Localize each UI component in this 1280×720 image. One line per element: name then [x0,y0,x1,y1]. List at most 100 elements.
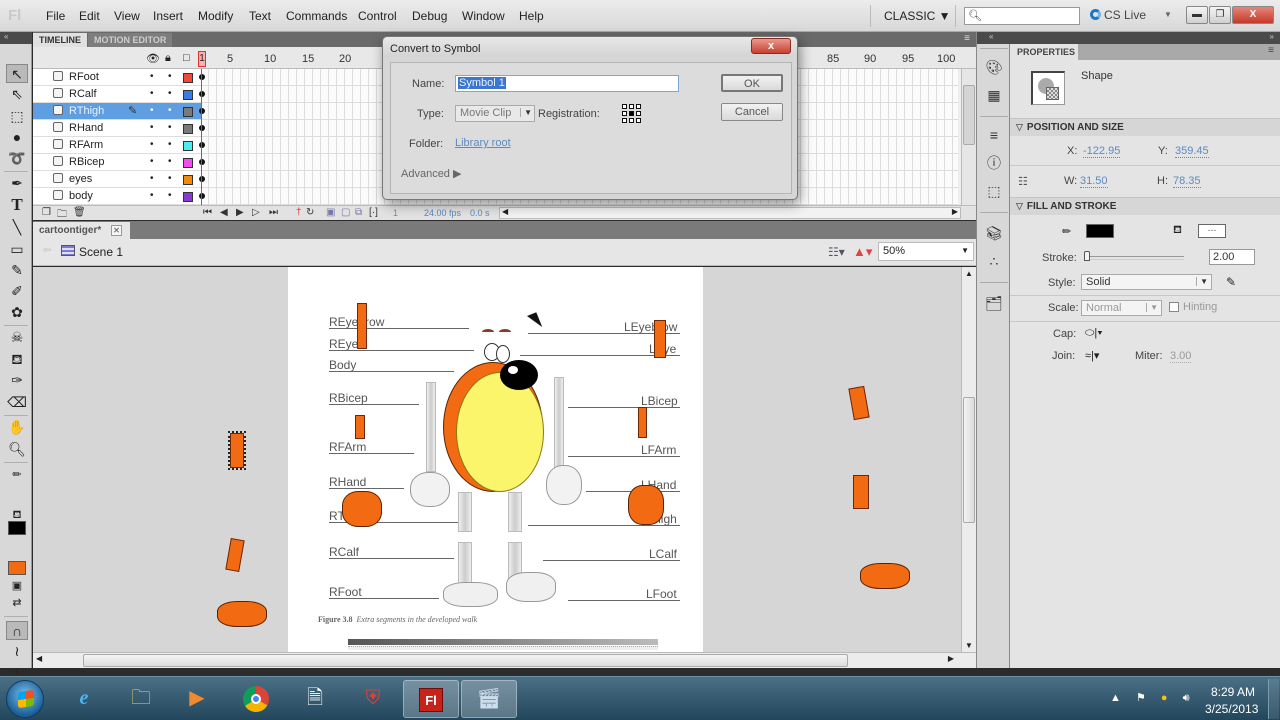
layer-row[interactable]: RFoot • • [33,69,201,86]
outline-icon[interactable]: □ [183,52,190,64]
layer-name[interactable]: RFoot [69,71,99,83]
lock-proportions-icon[interactable]: ☷ [1018,175,1028,188]
slider-thumb[interactable] [1084,251,1090,261]
scale-select[interactable]: Normal ▼ [1081,300,1162,316]
subselection-tool-icon[interactable]: ⇖ [6,85,28,104]
dialog-close-button[interactable]: x [751,38,791,54]
modify-markers-icon[interactable]: [·] [369,207,378,218]
rbicep-piece[interactable] [355,415,365,439]
center-frame-icon[interactable]: † [296,207,302,218]
lcalf-piece[interactable] [853,475,869,509]
text-tool-icon[interactable]: T [6,195,28,214]
outline-color-toggle[interactable] [183,192,193,202]
layer-row[interactable]: RHand • • [33,120,201,137]
layer-name[interactable]: RThigh [69,105,104,117]
keyframe[interactable] [199,193,205,199]
outline-color-toggle[interactable] [183,107,193,117]
visibility-toggle[interactable]: • [150,106,154,116]
info-panel-icon[interactable]: ⓘ [985,154,1003,172]
keyframe[interactable] [199,125,205,131]
keyframe[interactable] [199,142,205,148]
library-panel-icon[interactable]: 📚︎ [985,224,1003,242]
bone-tool-icon[interactable]: ☠ [6,328,28,347]
layer-name[interactable]: RHand [69,122,103,134]
layer-name[interactable]: eyes [69,173,92,185]
menu-debug[interactable]: Debug [412,9,447,23]
snap-to-objects-icon[interactable]: ∩ [6,621,28,640]
symbol-type-select[interactable]: Movie Clip ▼ [455,105,535,122]
stage-vertical-scrollbar[interactable]: ▲ ▼ [961,267,976,652]
layer-row[interactable]: RBicep • • [33,154,201,171]
outline-color-toggle[interactable] [183,141,193,151]
edit-stroke-style-icon[interactable]: ✎ [1226,275,1236,289]
scrollbar-thumb[interactable] [963,85,975,145]
swap-colors-icon[interactable]: ⇄ [6,594,28,613]
lthigh-piece[interactable] [848,385,870,421]
selected-shape-piece[interactable] [228,431,246,470]
free-transform-tool-icon[interactable]: ⬚ [6,107,28,126]
scroll-left-icon[interactable]: ◀ [36,654,42,663]
registration-point-center[interactable] [629,111,634,116]
menu-modify[interactable]: Modify [198,9,233,23]
line-tool-icon[interactable]: ╲ [6,218,28,237]
windows-explorer-icon[interactable]: 🗀︎ [113,680,169,718]
registration-point-right[interactable] [636,111,641,116]
cap-select[interactable]: ⬭|▾ [1085,327,1103,340]
rfoot-piece[interactable] [217,601,267,627]
paint-bucket-tool-icon[interactable]: ⛾ [6,350,28,369]
lhand-piece[interactable] [628,485,664,525]
miter-value[interactable]: 3.00 [1170,350,1192,363]
back-arrow-icon[interactable]: ⇦ [43,245,51,256]
visibility-toggle[interactable]: • [150,72,154,82]
menu-control[interactable]: Control [358,9,397,23]
eye-icon[interactable]: 👁︎ [146,52,160,65]
edit-multiple-frames-icon[interactable]: ⧉ [355,207,362,218]
zoom-tool-icon[interactable]: 🔍︎ [6,440,28,459]
motion-presets-panel-icon[interactable]: ∴ [985,252,1003,270]
play-icon[interactable]: ▶ [236,207,244,218]
stage-artboard[interactable]: REyebrow REye Body RBicep RFArm RHand RT… [288,267,703,652]
menu-edit[interactable]: Edit [79,9,100,23]
menu-help[interactable]: Help [519,9,544,23]
3d-rotation-tool-icon[interactable]: ● [6,128,28,147]
advanced-toggle[interactable]: Advanced ▶ [401,167,461,180]
restore-button[interactable]: ❐ [1209,6,1231,24]
zoom-level-select[interactable]: 50% ▼ [878,242,974,261]
h-value[interactable]: 78.35 [1173,175,1201,188]
scrollbar-thumb[interactable] [83,654,848,667]
fill-color-swatch[interactable]: --- [1198,224,1226,238]
menu-commands[interactable]: Commands [286,9,347,23]
chrome-icon[interactable] [228,680,284,718]
outline-color-toggle[interactable] [183,124,193,134]
panel-menu-icon[interactable]: ≡ [964,33,970,44]
stroke-color-swatch[interactable] [1086,224,1114,238]
join-select[interactable]: ≈|▾ [1085,349,1099,362]
action-center-flag-icon[interactable]: ⚑ [1136,692,1146,704]
lock-toggle[interactable]: • [168,72,172,82]
step-back-icon[interactable]: ◀ [220,207,228,218]
symbol-name-input[interactable]: Symbol 1 [455,75,679,92]
menu-view[interactable]: View [114,9,140,23]
section-position-and-size[interactable]: ▽ POSITION AND SIZE [1010,118,1280,136]
y-value[interactable]: 359.45 [1175,145,1209,158]
hand-tool-icon[interactable]: ✋ [6,418,28,437]
eraser-tool-icon[interactable]: ⌫ [6,393,28,412]
show-desktop-button[interactable] [1268,679,1279,719]
keyframe[interactable] [199,74,205,80]
tab-properties[interactable]: PROPERTIES [1010,44,1078,60]
stroke-width-slider[interactable] [1084,256,1184,260]
layer-row[interactable]: RCalf • • [33,86,201,103]
selection-tool-icon[interactable]: ↖ [6,64,28,83]
cancel-button[interactable]: Cancel [721,103,783,121]
visibility-toggle[interactable]: • [150,157,154,167]
hinting-checkbox[interactable] [1169,302,1179,312]
deco-tool-icon[interactable]: ✿ [6,303,28,322]
layer-name[interactable]: RCalf [69,88,97,100]
layer-row[interactable]: eyes • • [33,171,201,188]
keyframe[interactable] [199,176,205,182]
smooth-icon[interactable]: ≀ [6,642,28,661]
keyframe[interactable] [199,159,205,165]
w-value[interactable]: 31.50 [1080,175,1108,188]
registration-point-left[interactable] [622,111,627,116]
workspace-switcher[interactable]: CLASSIC ▼ [884,9,951,23]
